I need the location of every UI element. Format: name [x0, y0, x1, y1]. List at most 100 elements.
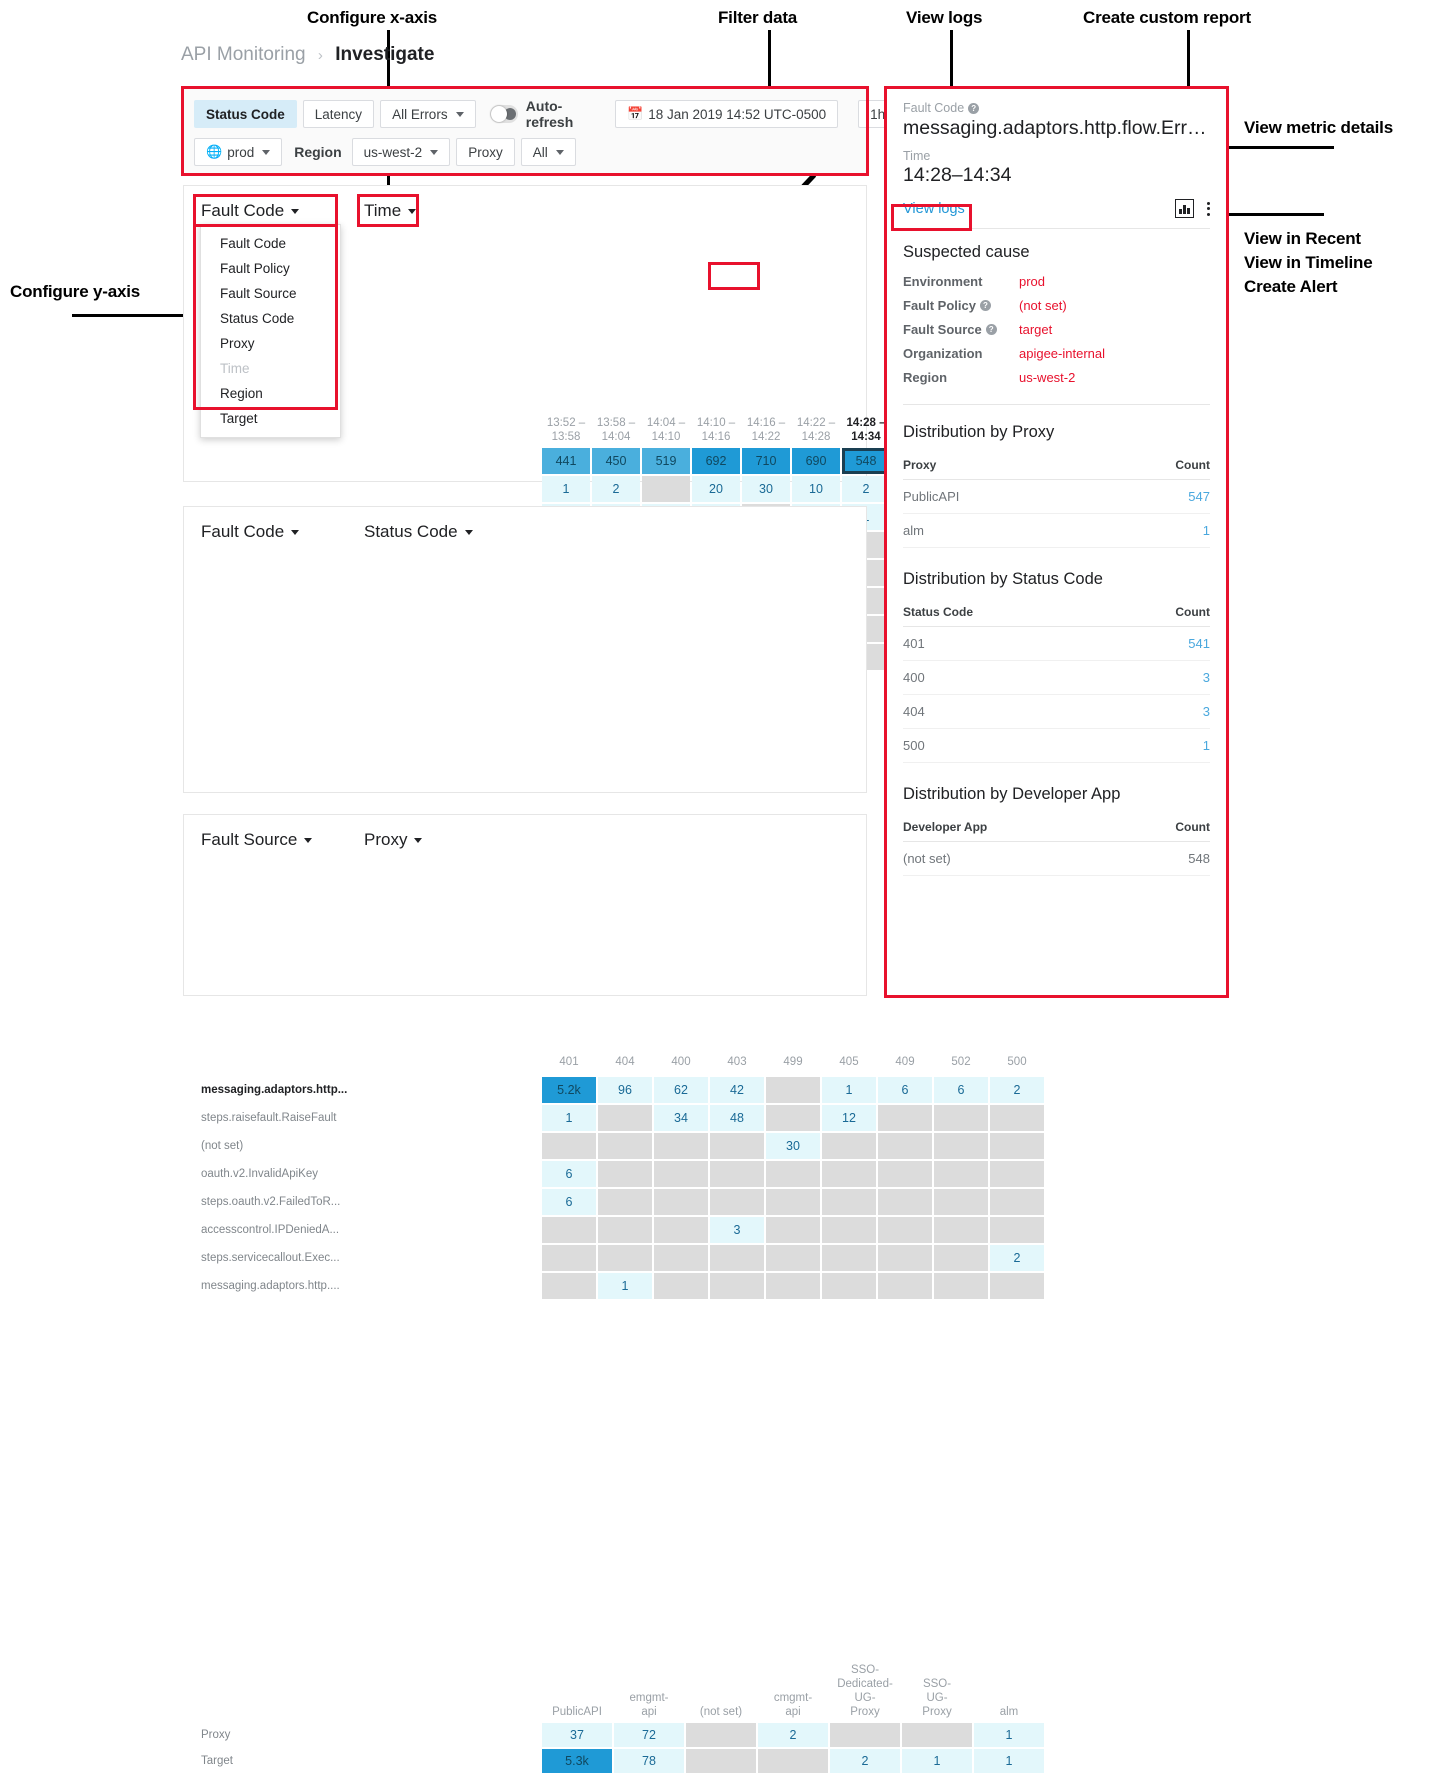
distribution-count[interactable]: 1 — [1093, 513, 1210, 548]
heatmap-cell[interactable] — [878, 1105, 932, 1131]
heatmap-column-header[interactable]: 499 — [766, 1055, 820, 1073]
heatmap-cell[interactable]: 20 — [692, 476, 740, 502]
heatmap-row-header[interactable]: messaging.adaptors.http.... — [201, 1279, 534, 1293]
heatmap-column-header[interactable]: 403 — [710, 1055, 764, 1073]
heatmap-cell[interactable]: 6 — [542, 1161, 596, 1187]
heatmap-cell[interactable]: 1 — [542, 1105, 596, 1131]
heatmap-cell[interactable] — [822, 1189, 876, 1215]
menu-item-proxy[interactable]: Proxy — [201, 331, 340, 356]
all-errors-dropdown[interactable]: All Errors — [380, 100, 476, 128]
heatmap-row-header[interactable]: Target — [201, 1754, 534, 1768]
heatmap-column-header[interactable]: 400 — [654, 1055, 708, 1073]
heatmap-cell[interactable]: 62 — [654, 1077, 708, 1103]
heatmap-cell[interactable] — [990, 1161, 1044, 1187]
menu-item-status-code[interactable]: Status Code — [201, 306, 340, 331]
heatmap-cell[interactable] — [642, 476, 690, 502]
heatmap-cell[interactable] — [990, 1105, 1044, 1131]
heatmap-cell[interactable]: 2 — [842, 476, 890, 502]
breadcrumb-root[interactable]: API Monitoring — [181, 44, 306, 65]
heatmap-cell[interactable] — [766, 1245, 820, 1271]
heatmap-cell[interactable] — [598, 1245, 652, 1271]
heatmap-row-header[interactable]: steps.raisefault.RaiseFault — [201, 1111, 534, 1125]
heatmap-row-header[interactable]: oauth.v2.InvalidApiKey — [201, 1167, 534, 1181]
heatmap-cell[interactable]: 12 — [822, 1105, 876, 1131]
help-icon[interactable]: ? — [979, 300, 991, 311]
heatmap-cell[interactable] — [822, 1217, 876, 1243]
heatmap-column-header[interactable]: PublicAPI — [542, 1671, 612, 1719]
distribution-count[interactable]: 3 — [1108, 694, 1210, 729]
heatmap-column-header[interactable]: 13:58 –14:04 — [592, 416, 640, 448]
heatmap-cell[interactable] — [766, 1217, 820, 1243]
heatmap-cell[interactable] — [710, 1161, 764, 1187]
heatmap-cell[interactable]: 1 — [902, 1749, 972, 1773]
menu-item-target[interactable]: Target — [201, 406, 340, 431]
heatmap-cell[interactable] — [822, 1273, 876, 1299]
heatmap-cell[interactable] — [934, 1245, 988, 1271]
heatmap-cell[interactable]: 42 — [710, 1077, 764, 1103]
environment-dropdown[interactable]: 🌐 prod — [194, 138, 283, 166]
heatmap-cell[interactable] — [710, 1245, 764, 1271]
heatmap-cell[interactable] — [878, 1161, 932, 1187]
heatmap-cell[interactable] — [766, 1077, 820, 1103]
distribution-count[interactable]: 541 — [1108, 626, 1210, 661]
heatmap-cell[interactable]: 6 — [542, 1189, 596, 1215]
heatmap-cell[interactable] — [598, 1217, 652, 1243]
heatmap-cell[interactable] — [878, 1273, 932, 1299]
view-logs-link[interactable]: View logs — [903, 201, 965, 217]
heatmap-cell[interactable] — [766, 1189, 820, 1215]
heatmap-cell[interactable]: 710 — [742, 448, 790, 474]
tab-status-code[interactable]: Status Code — [194, 100, 297, 128]
menu-item-fault-policy[interactable]: Fault Policy — [201, 256, 340, 281]
heatmap-cell[interactable] — [990, 1273, 1044, 1299]
heatmap-cell[interactable]: 450 — [592, 448, 640, 474]
heatmap-cell[interactable] — [654, 1245, 708, 1271]
heatmap-cell[interactable]: 6 — [934, 1077, 988, 1103]
heatmap-cell[interactable]: 72 — [614, 1723, 684, 1747]
heatmap-cell[interactable]: 2 — [758, 1723, 828, 1747]
heatmap-cell[interactable]: 690 — [792, 448, 840, 474]
heatmap-row-header[interactable]: (not set) — [201, 1139, 534, 1153]
heatmap-cell[interactable] — [878, 1189, 932, 1215]
heatmap-cell[interactable]: 1 — [598, 1273, 652, 1299]
heatmap-cell[interactable] — [878, 1217, 932, 1243]
heatmap-cell-selected[interactable]: 548 — [842, 448, 890, 474]
heatmap-cell[interactable] — [934, 1105, 988, 1131]
date-range-picker[interactable]: 📅 18 Jan 2019 14:52 UTC-0500 — [615, 100, 839, 128]
heatmap-cell[interactable] — [654, 1273, 708, 1299]
heatmap-cell[interactable]: 37 — [542, 1723, 612, 1747]
heatmap-cell[interactable]: 48 — [710, 1105, 764, 1131]
heatmap-cell[interactable] — [654, 1133, 708, 1159]
heatmap-cell[interactable]: 2 — [830, 1749, 900, 1773]
tab-latency[interactable]: Latency — [302, 100, 375, 128]
heatmap-cell[interactable] — [934, 1273, 988, 1299]
heatmap-cell[interactable] — [598, 1105, 652, 1131]
heatmap-cell[interactable] — [686, 1749, 756, 1773]
auto-refresh-group[interactable]: Auto-refresh — [489, 98, 585, 130]
heatmap-row-header[interactable]: steps.servicecallout.Exec... — [201, 1251, 534, 1265]
heatmap-cell[interactable] — [934, 1133, 988, 1159]
heatmap-column-header[interactable]: 14:10 –14:16 — [692, 416, 740, 448]
heatmap-cell[interactable] — [822, 1245, 876, 1271]
heatmap-row-header[interactable]: messaging.adaptors.http... — [201, 1083, 534, 1097]
heatmap-cell[interactable] — [710, 1273, 764, 1299]
heatmap-row-header[interactable]: steps.oauth.v2.FailedToR... — [201, 1195, 534, 1209]
heatmap-column-header[interactable]: 14:22 –14:28 — [792, 416, 840, 448]
help-icon[interactable]: ? — [985, 324, 997, 335]
heatmap-cell[interactable] — [878, 1245, 932, 1271]
heatmap-cell[interactable] — [542, 1133, 596, 1159]
heatmap-cell[interactable]: 96 — [598, 1077, 652, 1103]
heatmap-cell[interactable]: 5.3k — [542, 1749, 612, 1773]
heatmap-cell[interactable] — [990, 1133, 1044, 1159]
heatmap-cell[interactable] — [990, 1217, 1044, 1243]
heatmap-cell[interactable] — [934, 1189, 988, 1215]
heatmap-cell[interactable] — [710, 1133, 764, 1159]
heatmap-column-header[interactable]: emgmt-api — [614, 1671, 684, 1719]
menu-item-fault-source[interactable]: Fault Source — [201, 281, 340, 306]
heatmap-cell[interactable] — [710, 1189, 764, 1215]
heatmap-row-header[interactable]: Proxy — [201, 1728, 534, 1742]
heatmap-cell[interactable]: 1 — [974, 1749, 1044, 1773]
heatmap-column-header[interactable]: 409 — [878, 1055, 932, 1073]
heatmap-cell[interactable] — [598, 1161, 652, 1187]
heatmap-column-header[interactable]: 500 — [990, 1055, 1044, 1073]
heatmap-cell[interactable]: 6 — [878, 1077, 932, 1103]
